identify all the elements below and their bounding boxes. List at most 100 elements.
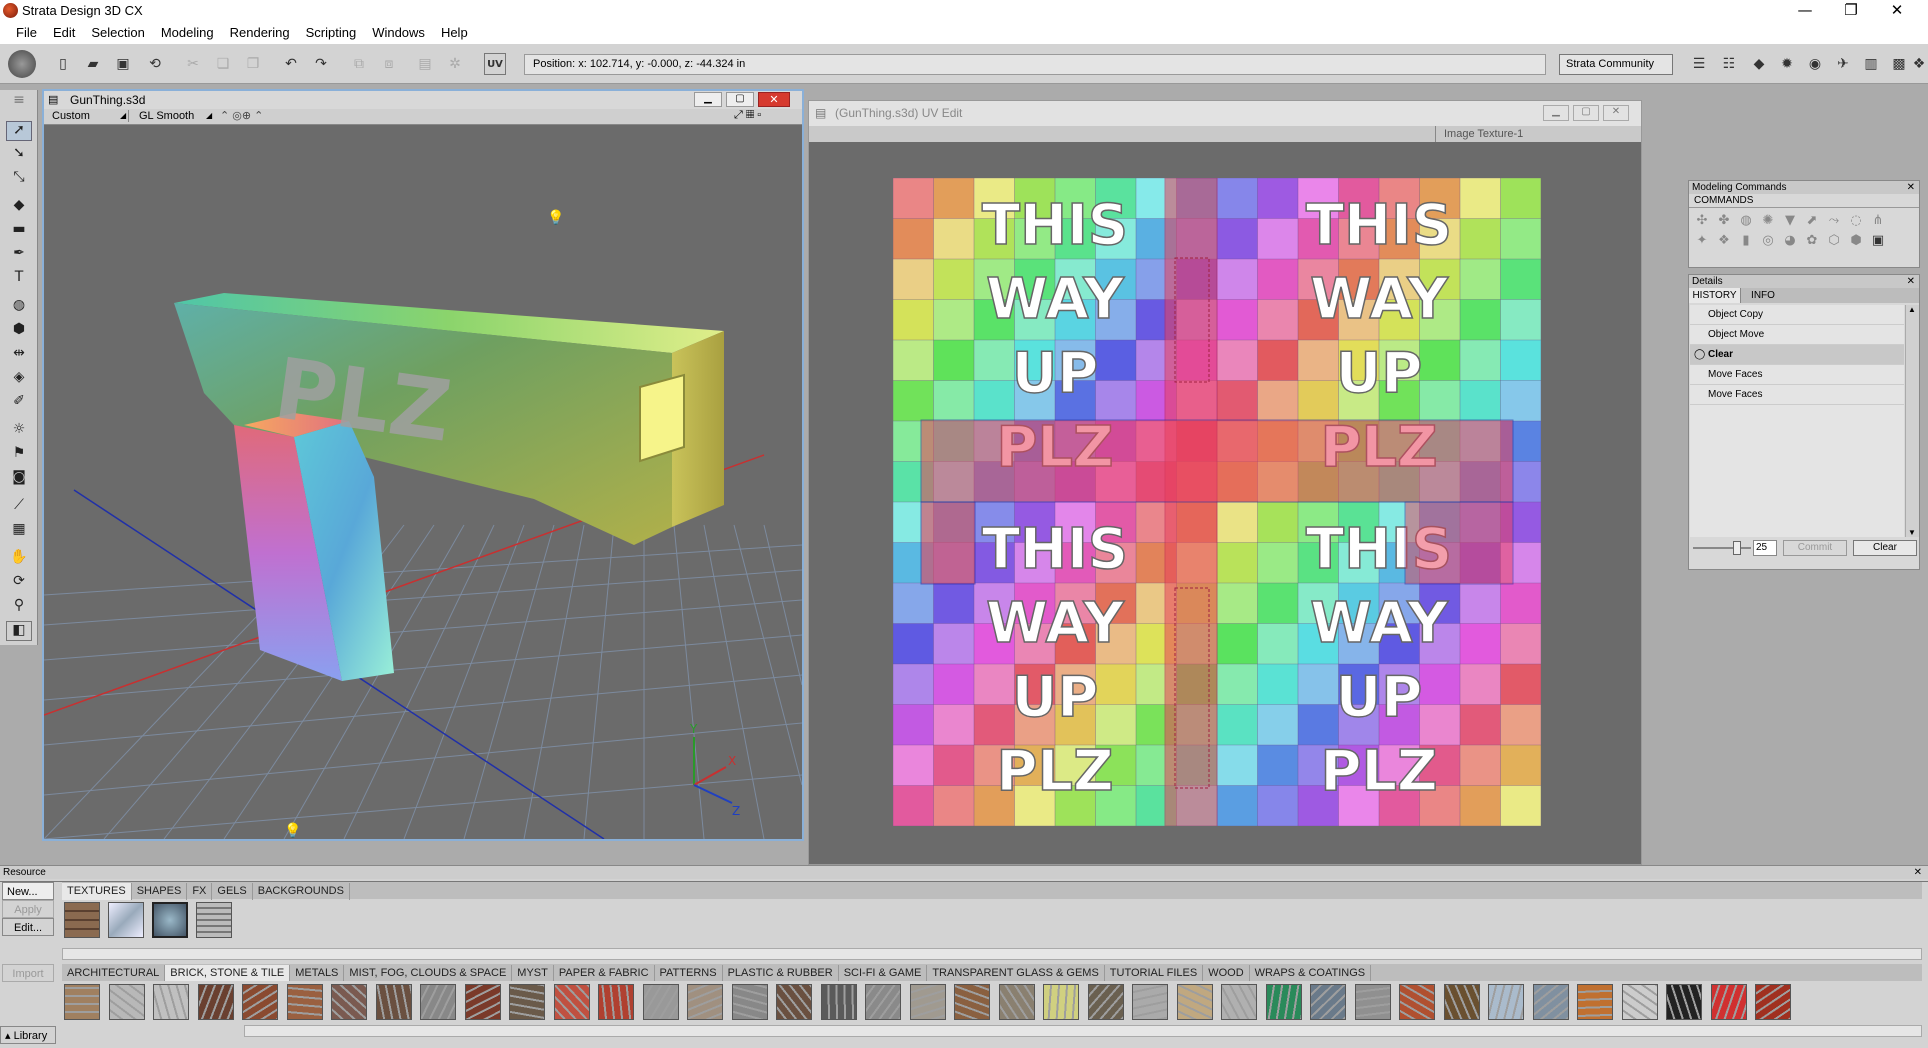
library-texture-thumb[interactable] — [197, 984, 234, 1020]
new-file-icon[interactable]: ▯ — [52, 53, 74, 75]
uv-minimize-button[interactable]: ▁ — [1543, 105, 1569, 121]
category-wraps-coatings[interactable]: WRAPS & COATINGS — [1250, 965, 1372, 981]
rotate-view-tool-icon[interactable]: ⟳ — [6, 573, 32, 593]
modeling-minimize-button[interactable]: ▁ — [694, 92, 722, 107]
apply-resource-button[interactable]: Apply — [2, 900, 54, 918]
library-texture-thumb[interactable] — [1354, 984, 1391, 1020]
fill-icon[interactable]: ◌ — [1845, 213, 1867, 228]
library-texture-thumb[interactable] — [509, 984, 545, 1020]
spotlight-tool-icon[interactable]: ⚑ — [6, 445, 32, 465]
light-icon[interactable]: 💡 — [547, 209, 564, 226]
explode-icon[interactable]: ✺ — [1757, 213, 1779, 228]
library-texture-thumb[interactable] — [375, 984, 412, 1020]
open-folder-icon[interactable]: ▰ — [82, 53, 104, 75]
tab-shapes[interactable]: SHAPES — [132, 883, 188, 900]
history-item[interactable]: Object Move — [1690, 325, 1904, 345]
library-texture-thumb[interactable] — [1755, 984, 1791, 1020]
library-texture-thumb[interactable] — [1310, 984, 1346, 1020]
scroll-up-icon[interactable]: ▲ — [1908, 305, 1916, 314]
library-texture-thumb[interactable] — [1488, 984, 1524, 1020]
history-item[interactable]: Object Copy — [1690, 305, 1904, 325]
library-texture-thumb[interactable] — [1532, 984, 1569, 1020]
restore-button[interactable]: ❐ — [1828, 0, 1874, 22]
history-slider[interactable] — [1693, 547, 1751, 549]
panel-close-icon[interactable]: ✕ — [1907, 181, 1919, 194]
history-slider-thumb[interactable] — [1733, 541, 1741, 555]
tab-gels[interactable]: GELS — [212, 883, 253, 900]
grid-tool-icon[interactable]: ▦ — [6, 521, 32, 541]
uv-restore-button[interactable]: ▢ — [1573, 105, 1599, 121]
category-patterns[interactable]: PATTERNS — [655, 965, 723, 981]
library-texture-thumb[interactable] — [1087, 984, 1124, 1020]
menu-file[interactable]: File — [8, 22, 45, 44]
render-icon[interactable]: ◉ — [1804, 53, 1826, 75]
smooth-icon[interactable]: ✣ — [1691, 213, 1713, 228]
library-texture-thumb[interactable] — [687, 984, 723, 1020]
scroll-down-icon[interactable]: ▼ — [1908, 528, 1916, 537]
menu-modeling[interactable]: Modeling — [153, 22, 222, 44]
uv-texture-canvas[interactable]: THISWAYUPPLZTHISWAYUPPLZTHISWAYUPPLZTHIS… — [893, 178, 1541, 826]
light-icon[interactable]: ✹ — [1776, 53, 1798, 75]
transform-tool-icon[interactable]: ⤡ — [6, 169, 32, 189]
category-wood[interactable]: WOOD — [1203, 965, 1250, 981]
align-left-icon[interactable]: ☰ — [1688, 53, 1710, 75]
cut-icon[interactable]: ✂ — [182, 53, 204, 75]
cylinder-icon[interactable]: ▮ — [1735, 233, 1757, 248]
library-texture-thumb[interactable] — [153, 984, 189, 1020]
library-texture-thumb[interactable] — [642, 984, 679, 1020]
light-tool-icon[interactable]: ☼ — [6, 421, 32, 441]
view-grid-icons[interactable]: ⤢ ▦ ▫ — [734, 109, 761, 122]
close-button[interactable]: ✕ — [1874, 0, 1920, 22]
weld-icon[interactable]: ✦ — [1691, 233, 1713, 248]
lathe-icon[interactable]: ◕ — [1779, 233, 1801, 248]
history-steps-input[interactable]: 25 — [1753, 540, 1777, 556]
commit-button[interactable]: Commit — [1783, 540, 1847, 556]
bridge-icon[interactable]: ⤳ — [1823, 213, 1845, 228]
torus-icon[interactable]: ◎ — [1757, 233, 1779, 248]
menu-rendering[interactable]: Rendering — [222, 22, 298, 44]
menu-scripting[interactable]: Scripting — [298, 22, 365, 44]
category-tutorial-files[interactable]: TUTORIAL FILES — [1105, 965, 1204, 981]
resource-thumb[interactable] — [108, 902, 144, 938]
resource-close-icon[interactable]: ✕ — [1914, 866, 1922, 879]
strata-logo-icon[interactable] — [8, 50, 36, 78]
split-icon[interactable]: ⋔ — [1867, 213, 1889, 228]
resource-scrollbar[interactable] — [62, 948, 1922, 960]
primitive-tool-icon[interactable]: ◆ — [6, 197, 32, 217]
category-myst[interactable]: MYST — [512, 965, 554, 981]
texture-select[interactable]: Image Texture-1 — [1435, 126, 1635, 142]
render-mode-select[interactable]: GL Smooth — [128, 110, 212, 122]
tab-info[interactable]: INFO — [1743, 288, 1783, 303]
library-texture-thumb[interactable] — [1399, 984, 1435, 1020]
menu-edit[interactable]: Edit — [45, 22, 83, 44]
paint-tool-icon[interactable]: ✐ — [6, 393, 32, 413]
tab-textures[interactable]: TEXTURES — [62, 883, 132, 900]
library-texture-thumb[interactable] — [464, 984, 501, 1020]
library-texture-thumb[interactable] — [331, 984, 367, 1020]
shape-tool-icon[interactable]: ⬢ — [6, 321, 32, 341]
library-texture-thumb[interactable] — [420, 984, 456, 1020]
3d-viewport[interactable]: PLZ Y X Z 💡 💡 — [44, 125, 802, 839]
sweep-icon[interactable]: ✿ — [1801, 233, 1823, 248]
details-close-icon[interactable]: ✕ — [1907, 275, 1919, 288]
library-texture-thumb[interactable] — [1043, 984, 1079, 1020]
render-mode-dropdown-icon[interactable]: ◢ — [206, 111, 212, 120]
history-item[interactable]: Move Faces — [1690, 385, 1904, 405]
history-item[interactable]: Move Faces — [1690, 365, 1904, 385]
measure-tool-icon[interactable]: ⟋ — [6, 497, 32, 517]
category-brick-stone-tile[interactable]: BRICK, STONE & TILE — [165, 965, 291, 981]
select-tool-icon[interactable]: ➚ — [6, 121, 32, 141]
tab-fx[interactable]: FX — [187, 883, 213, 900]
view-mode-icons[interactable]: ⌃ ◎⊕ ⌃ — [220, 109, 263, 122]
align-right-icon[interactable]: ☷ — [1718, 53, 1740, 75]
bevel-icon[interactable]: ▼ — [1779, 213, 1801, 228]
library-texture-thumb[interactable] — [1132, 984, 1168, 1020]
camera-select[interactable]: Custom — [52, 110, 128, 122]
redo-icon[interactable]: ↷ — [310, 53, 332, 75]
library-texture-thumb[interactable] — [242, 984, 278, 1020]
history-item-selected[interactable]: ◯ Clear — [1690, 345, 1904, 365]
uv-edit-icon[interactable]: UV — [484, 53, 506, 75]
menu-help[interactable]: Help — [433, 22, 476, 44]
zoom-tool-icon[interactable]: ⚲ — [6, 597, 32, 617]
library-texture-thumb[interactable] — [1221, 984, 1257, 1020]
